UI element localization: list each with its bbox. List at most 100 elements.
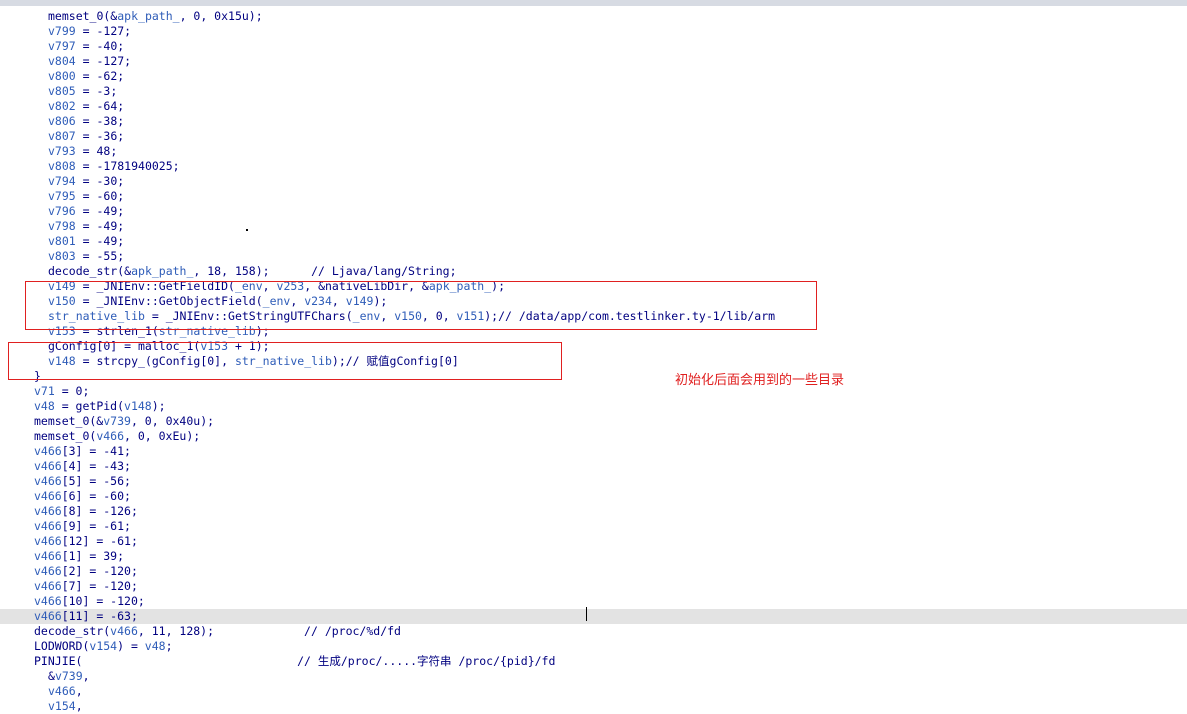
code-line[interactable]: v808 = -1781940025; [0, 159, 1187, 174]
code-comment: // Ljava/lang/String; [311, 264, 457, 278]
code-line[interactable]: v466[5] = -56; [0, 474, 1187, 489]
code-line[interactable]: v48 = getPid(v148); [0, 399, 1187, 414]
code-identifier: v466 [34, 534, 62, 548]
code-line[interactable]: v805 = -3; [0, 84, 1187, 99]
code-line[interactable]: v797 = -40; [0, 39, 1187, 54]
code-comment: // /proc/%d/fd [304, 624, 401, 638]
code-token: [8] = -126; [61, 504, 138, 518]
code-text: v800 = -62; [48, 69, 124, 84]
code-line[interactable]: v799 = -127; [0, 24, 1187, 39]
code-line[interactable]: v466[6] = -60; [0, 489, 1187, 504]
code-token: PINJIE( [34, 654, 298, 668]
code-text: v797 = -40; [48, 39, 124, 54]
code-text: v804 = -127; [48, 54, 131, 69]
code-token: [7] = -120; [61, 579, 138, 593]
code-token: = -38; [75, 114, 125, 128]
code-line[interactable]: v800 = -62; [0, 69, 1187, 84]
code-token: = -55; [75, 249, 125, 263]
code-line[interactable]: v806 = -38; [0, 114, 1187, 129]
code-line[interactable]: decode_str(v466, 11, 128); // /proc/%d/f… [0, 624, 1187, 639]
code-identifier: v808 [48, 159, 76, 173]
code-identifier: v48 [34, 399, 55, 413]
code-text: v803 = -55; [48, 249, 124, 264]
highlight-box-jni-calls [25, 281, 817, 330]
code-identifier: v800 [48, 69, 76, 83]
code-line[interactable]: v466[10] = -120; [0, 594, 1187, 609]
code-text: v466[7] = -120; [34, 579, 138, 594]
code-line[interactable]: v803 = -55; [0, 249, 1187, 264]
code-text: v466[5] = -56; [34, 474, 131, 489]
code-text: v466[11] = -63; [34, 609, 138, 624]
code-token: , 0, 0x15u); [179, 9, 263, 23]
code-line[interactable]: memset_0(v466, 0, 0xEu); [0, 429, 1187, 444]
code-identifier: v466 [34, 504, 62, 518]
code-identifier: v804 [48, 54, 76, 68]
code-line[interactable]: v804 = -127; [0, 54, 1187, 69]
code-line[interactable]: v807 = -36; [0, 129, 1187, 144]
code-text: PINJIE( // 生成/proc/.....字符串 /proc/{pid}/… [34, 654, 555, 669]
code-text: v805 = -3; [48, 84, 117, 99]
code-line[interactable]: LODWORD(v154) = v48; [0, 639, 1187, 654]
highlight-box-gconfig [8, 342, 562, 380]
code-line[interactable]: v466[9] = -61; [0, 519, 1187, 534]
code-line[interactable]: v154, [0, 699, 1187, 714]
code-identifier: v795 [48, 189, 76, 203]
code-line[interactable]: v466[12] = -61; [0, 534, 1187, 549]
code-text: v154, [48, 699, 83, 714]
code-text: v466[10] = -120; [34, 594, 145, 609]
code-line[interactable]: v466[8] = -126; [0, 504, 1187, 519]
code-line[interactable]: v466[4] = -43; [0, 459, 1187, 474]
code-line[interactable]: memset_0(&apk_path_, 0, 0x15u); [0, 9, 1187, 24]
code-line[interactable]: v802 = -64; [0, 99, 1187, 114]
code-identifier: v71 [34, 384, 55, 398]
code-line[interactable]: v796 = -49; [0, 204, 1187, 219]
code-line[interactable]: v71 = 0; [0, 384, 1187, 399]
code-text: v807 = -36; [48, 129, 124, 144]
code-line[interactable]: memset_0(&v739, 0, 0x40u); [0, 414, 1187, 429]
code-line[interactable]: v795 = -60; [0, 189, 1187, 204]
code-identifier: v793 [48, 144, 76, 158]
code-identifier: v466 [34, 459, 62, 473]
code-line[interactable]: &v739, [0, 669, 1187, 684]
code-identifier: v807 [48, 129, 76, 143]
code-identifier: v799 [48, 24, 76, 38]
code-line[interactable]: v801 = -49; [0, 234, 1187, 249]
code-text: v71 = 0; [34, 384, 89, 399]
code-text: v466[2] = -120; [34, 564, 138, 579]
code-line[interactable]: v798 = -49; [0, 219, 1187, 234]
code-line[interactable]: v793 = 48; [0, 144, 1187, 159]
code-token: [6] = -60; [61, 489, 131, 503]
code-token: = -49; [75, 219, 125, 233]
code-line[interactable]: PINJIE( // 生成/proc/.....字符串 /proc/{pid}/… [0, 654, 1187, 669]
code-token: [1] = 39; [61, 549, 125, 563]
code-line[interactable]: v466[3] = -41; [0, 444, 1187, 459]
code-token: = -49; [75, 204, 125, 218]
code-text: LODWORD(v154) = v48; [34, 639, 173, 654]
code-line[interactable]: decode_str(&apk_path_, 18, 158); // Ljav… [0, 264, 1187, 279]
code-identifier: v466 [34, 474, 62, 488]
code-identifier: v466 [34, 609, 62, 623]
code-token: = -30; [75, 174, 125, 188]
code-text: memset_0(&apk_path_, 0, 0x15u); [48, 9, 263, 24]
code-identifier: v466 [48, 684, 76, 698]
code-line[interactable]: v794 = -30; [0, 174, 1187, 189]
code-identifier: v466 [34, 444, 62, 458]
code-token: [10] = -120; [61, 594, 145, 608]
code-line[interactable]: v466[7] = -120; [0, 579, 1187, 594]
code-text: v806 = -38; [48, 114, 124, 129]
code-identifier: v739 [103, 414, 131, 428]
text-caret [586, 607, 587, 621]
code-token: , [75, 699, 83, 713]
code-line[interactable]: v466[11] = -63; [0, 609, 1187, 624]
code-text: v466[3] = -41; [34, 444, 131, 459]
code-token: [5] = -56; [61, 474, 131, 488]
code-text: v466[8] = -126; [34, 504, 138, 519]
code-token: = -62; [75, 69, 125, 83]
code-identifier: v806 [48, 114, 76, 128]
code-line[interactable]: v466[2] = -120; [0, 564, 1187, 579]
code-token: , 0, 0x40u); [130, 414, 215, 428]
code-line[interactable]: v466, [0, 684, 1187, 699]
code-token: = -36; [75, 129, 125, 143]
code-line[interactable]: v466[1] = 39; [0, 549, 1187, 564]
code-text: v466[4] = -43; [34, 459, 131, 474]
